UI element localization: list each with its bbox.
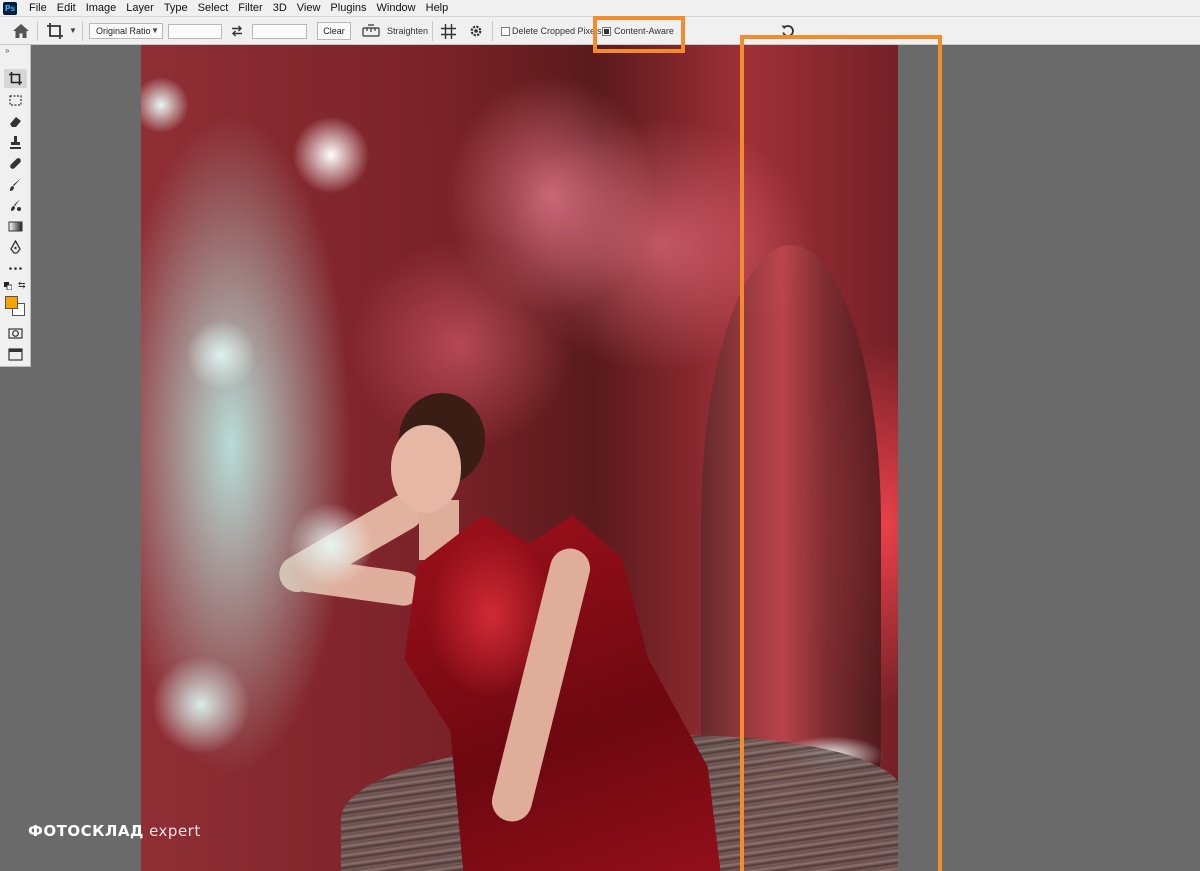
panel-collapse-icon[interactable]: » <box>5 46 9 55</box>
gradient-tool-button[interactable] <box>4 217 27 236</box>
marquee-icon <box>9 95 22 106</box>
clone-stamp-tool-button[interactable] <box>4 133 27 152</box>
clone-stamp-icon <box>10 136 21 149</box>
more-icon <box>9 267 22 270</box>
chevron-down-icon[interactable]: ▼ <box>69 26 77 35</box>
clear-button[interactable]: Clear <box>317 22 351 40</box>
delete-cropped-pixels-label: Delete Cropped Pixels <box>512 26 602 36</box>
divider <box>82 21 83 41</box>
menu-3d[interactable]: 3D <box>268 0 292 17</box>
tools-panel: » ⇆ <box>0 45 31 367</box>
menu-image[interactable]: Image <box>81 0 122 17</box>
menu-layer[interactable]: Layer <box>121 0 159 17</box>
straighten-label[interactable]: Straighten <box>387 26 428 36</box>
grid-overlay-icon[interactable] <box>441 24 456 39</box>
menu-filter[interactable]: Filter <box>233 0 267 17</box>
quick-mask-button[interactable] <box>4 324 27 343</box>
menu-bar: Ps File Edit Image Layer Type Select Fil… <box>0 0 1200 17</box>
menu-edit[interactable]: Edit <box>52 0 81 17</box>
pen-icon <box>10 240 21 254</box>
default-colors-icon[interactable] <box>4 281 13 291</box>
white-flowers-left <box>141 45 431 871</box>
bandage-icon <box>10 158 21 169</box>
menu-file[interactable]: File <box>24 0 52 17</box>
menu-view[interactable]: View <box>292 0 326 17</box>
foreground-color-swatch[interactable] <box>5 296 18 309</box>
expanded-area-highlight <box>740 35 942 871</box>
gear-icon[interactable] <box>469 24 483 38</box>
quick-mask-icon <box>8 328 23 339</box>
watermark-brand: ФОТОСКЛАД <box>28 822 144 840</box>
content-aware-highlight <box>593 16 685 53</box>
healing-brush-tool-button[interactable] <box>4 154 27 173</box>
watermark-suffix: expert <box>149 822 201 840</box>
home-icon[interactable] <box>12 23 30 39</box>
ratio-select-value: Original Ratio <box>96 26 151 36</box>
pen-tool-button[interactable] <box>4 238 27 257</box>
divider <box>37 21 38 41</box>
swap-arrows-icon[interactable] <box>230 25 244 37</box>
photoshop-logo-icon: Ps <box>3 1 17 15</box>
crop-tool-button[interactable] <box>4 69 27 88</box>
straighten-icon[interactable] <box>362 24 380 38</box>
delete-cropped-pixels-checkbox[interactable] <box>501 27 510 36</box>
menu-window[interactable]: Window <box>372 0 421 17</box>
divider <box>492 21 493 41</box>
brush-icon <box>10 178 21 191</box>
more-tools-button[interactable] <box>4 259 27 278</box>
divider <box>432 21 433 41</box>
pink-flowers <box>401 45 701 385</box>
eraser-tool-button[interactable] <box>4 112 27 131</box>
gradient-icon <box>8 221 23 232</box>
screen-mode-icon <box>8 348 23 361</box>
chevron-down-icon: ▼ <box>151 26 159 35</box>
height-field[interactable] <box>252 24 307 39</box>
marquee-tool-button[interactable] <box>4 91 27 110</box>
menu-type[interactable]: Type <box>159 0 193 17</box>
brush-tool-button[interactable] <box>4 175 27 194</box>
menu-plugins[interactable]: Plugins <box>325 0 371 17</box>
menu-help[interactable]: Help <box>421 0 454 17</box>
ratio-select[interactable]: Original Ratio ▼ <box>89 23 163 39</box>
mixer-brush-icon <box>11 199 21 211</box>
mixer-brush-tool-button[interactable] <box>4 196 27 215</box>
screen-mode-button[interactable] <box>4 345 27 364</box>
crop-icon <box>9 72 22 85</box>
watermark-logo: ФОТОСКЛАД expert <box>28 822 201 840</box>
swap-colors-icon[interactable]: ⇆ <box>18 280 26 291</box>
eraser-icon <box>10 117 21 127</box>
crop-icon[interactable] <box>46 22 64 40</box>
width-field[interactable] <box>168 24 222 39</box>
menu-select[interactable]: Select <box>193 0 234 17</box>
